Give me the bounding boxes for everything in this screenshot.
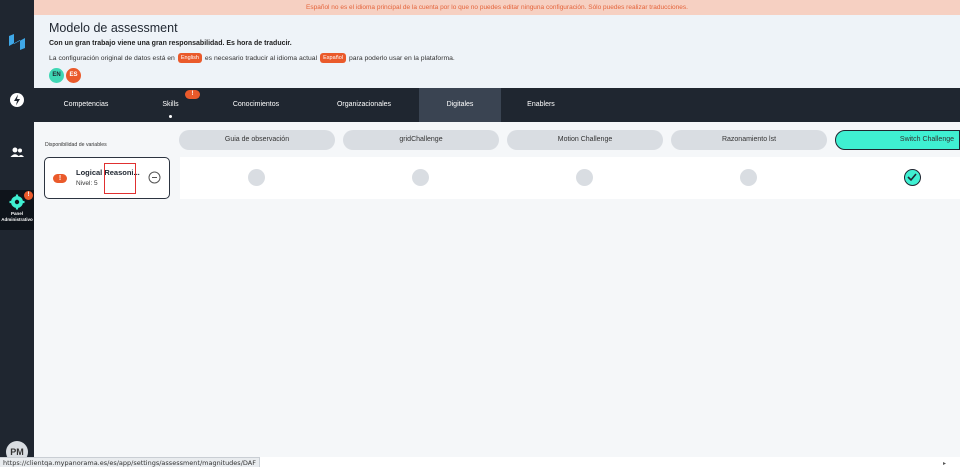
scroll-down-icon[interactable]: ▸ — [943, 460, 946, 467]
remove-variable-icon[interactable] — [148, 171, 161, 184]
config-suffix-text: para poderlo usar en la plataforma. — [349, 54, 455, 62]
tab-skills-indicator — [169, 115, 172, 118]
translation-info: La configuración original de datos está … — [49, 53, 455, 63]
admin-alert-badge: ! — [24, 191, 33, 200]
current-language-tag: Español — [320, 53, 346, 63]
availability-toggle[interactable] — [248, 169, 265, 186]
challenge-razonamiento[interactable]: Razonamiento lst — [671, 130, 827, 150]
check-icon — [907, 173, 917, 182]
tab-conocimientos[interactable]: Conocimientos — [203, 88, 309, 122]
language-warning-banner: Español no es el idioma principal de la … — [34, 0, 960, 15]
users-icon[interactable] — [9, 144, 25, 160]
variable-availability-label: Disponibilidad de variables — [45, 142, 107, 148]
logo-icon[interactable] — [7, 32, 27, 52]
lang-pill-es[interactable]: ES — [66, 68, 81, 83]
availability-toggle[interactable] — [740, 169, 757, 186]
tab-digitales[interactable]: Digitales — [419, 88, 501, 122]
main-content: Disponibilidad de variables Guia de obse… — [34, 122, 960, 457]
gear-icon — [9, 194, 25, 210]
bolt-icon[interactable] — [9, 92, 25, 108]
variable-level: Nivel: 5 — [76, 180, 98, 187]
challenge-availability-row — [180, 157, 960, 199]
tab-organizacionales[interactable]: Organizacionales — [309, 88, 419, 122]
language-pills: EN ES — [49, 68, 81, 83]
variable-alert-badge: ! — [53, 174, 67, 183]
config-prefix-text: La configuración original de datos está … — [49, 54, 175, 62]
page-title: Modelo de assessment — [49, 21, 178, 35]
availability-toggle[interactable] — [576, 169, 593, 186]
lang-pill-en[interactable]: EN — [49, 68, 64, 83]
original-language-tag: English — [177, 53, 202, 63]
page-subtitle: Con un gran trabajo viene una gran respo… — [49, 40, 292, 47]
tab-competencias[interactable]: Competencias — [34, 88, 138, 122]
availability-toggle[interactable] — [412, 169, 429, 186]
category-tabs: Competencias Skills ! Conocimientos Orga… — [34, 88, 960, 122]
challenge-switch[interactable]: Switch Challenge — [835, 130, 960, 150]
availability-toggle-checked[interactable] — [904, 169, 921, 186]
tab-enablers[interactable]: Enablers — [501, 88, 581, 122]
config-middle-text: es necesario traducir al idioma actual — [204, 54, 318, 62]
left-sidebar: ! Panel Administrativo PM — [0, 0, 34, 467]
challenge-motion[interactable]: Motion Challenge — [507, 130, 663, 150]
challenge-guia-observacion[interactable]: Guia de observación — [179, 130, 335, 150]
link-status-bar: https://clientqa.mypanorama.es/es/app/se… — [0, 457, 260, 467]
highlight-box — [104, 163, 136, 194]
skills-alert-badge: ! — [185, 90, 200, 99]
page-header: Modelo de assessment Con un gran trabajo… — [34, 15, 960, 88]
tab-skills-label: Skills — [162, 101, 179, 108]
admin-panel-label: Panel Administrativo — [1, 211, 33, 222]
challenge-grid[interactable]: gridChallenge — [343, 130, 499, 150]
